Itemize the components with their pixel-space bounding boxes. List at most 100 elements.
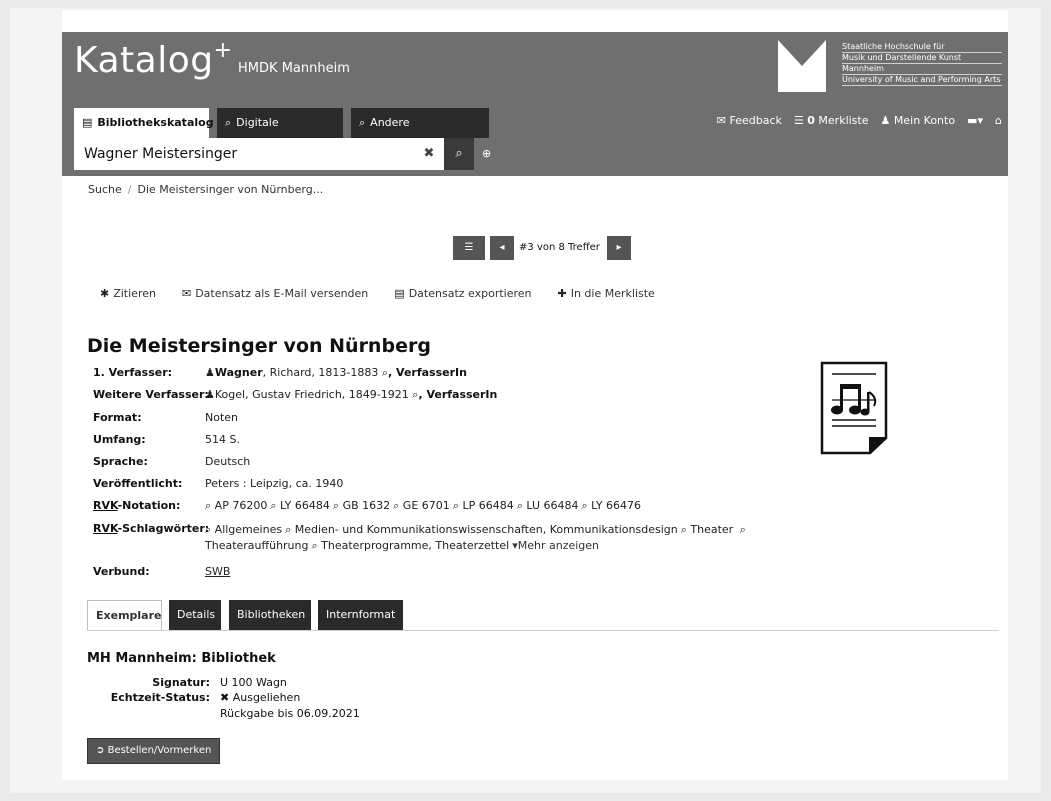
export-icon: ▤ — [394, 287, 405, 300]
institution-name[interactable]: Staatliche Hochschule für Musik und Dars… — [842, 42, 1002, 86]
merkliste-count: 0 — [807, 114, 815, 127]
subject-link[interactable]: ⌕ Theater — [681, 523, 733, 536]
search-button[interactable]: ⌕ — [444, 138, 474, 170]
tab-andere-bibliotheken[interactable]: ⌕Andere Bibliotheken — [351, 108, 489, 159]
verbund-link[interactable]: SWB — [205, 565, 230, 578]
breadcrumb-separator: / — [127, 183, 132, 196]
chevron-left-icon: ◂ — [499, 242, 505, 253]
holding-value: ✖ Ausgeliehen — [220, 691, 300, 704]
brand-subtitle: HMDK Mannheim — [238, 61, 350, 76]
record-actions: ✱ Zitieren ✉ Datensatz als E-Mail versende… — [100, 287, 655, 300]
search-input[interactable]: Wagner Meistersinger — [74, 138, 444, 170]
rvk-notation-link[interactable]: ⌕ LY 66484 — [270, 499, 330, 512]
user-icon: ♟ — [205, 388, 215, 401]
tab-bibliothekskatalog[interactable]: ▤ Bibliothekskatalog — [74, 108, 214, 138]
detail-label: Verbund: — [93, 565, 150, 578]
holding-row-return: Rückgabe bis 06.09.2021 — [110, 707, 510, 723]
detail-label: Weitere Verfasser: — [93, 388, 209, 401]
subject-link[interactable]: ⌕ Medien- und Kommunikationswissenschaft… — [285, 523, 678, 536]
zoom-plus-icon: ⊕ — [482, 147, 492, 160]
account-link[interactable]: ♟ Mein Konto — [881, 114, 956, 127]
feedback-link[interactable]: ✉ Feedback — [717, 114, 782, 127]
detail-value: 514 S. — [205, 433, 240, 446]
subject-term: Theater — [690, 523, 734, 536]
search-icon[interactable]: ⌕ — [740, 523, 746, 536]
german-flag-icon: ▬ — [967, 114, 978, 127]
export-link[interactable]: ▤ Datensatz exportieren — [394, 287, 531, 300]
advanced-search-link[interactable]: ⊕ Erweitert — [482, 138, 532, 192]
holding-label: Echtzeit-Status: — [110, 691, 210, 704]
advanced-label: Erweitert — [482, 179, 533, 192]
author-link[interactable]: Wagner — [215, 366, 263, 379]
export-label: Datensatz exportieren — [408, 287, 532, 300]
language-selector[interactable]: ▬▾ — [967, 114, 983, 127]
detail-value: ♟Wagner, Richard, 1813-1883 ⌕, Verfasser… — [205, 366, 467, 380]
rvk-notation-link[interactable]: ⌕ AP 76200 — [205, 499, 267, 512]
next-button[interactable]: ▸ — [607, 236, 631, 260]
search-icon: ⌕ — [359, 116, 366, 129]
home-icon[interactable]: ⌂ — [995, 114, 1002, 127]
institution-line: Staatliche Hochschule für — [842, 42, 1002, 53]
rvk-notation: AP 76200 — [214, 499, 268, 512]
bookmark-link[interactable]: ✚ In die Merkliste — [558, 287, 655, 300]
author-details: , Richard, 1813-1883 — [262, 366, 379, 379]
coauthor-link[interactable]: Kogel, Gustav Friedrich, 1849-1921 — [215, 388, 409, 401]
feedback-label: Feedback — [729, 114, 782, 127]
merkliste-label: Merkliste — [818, 114, 869, 127]
author-role: , VerfasserIn — [388, 366, 467, 379]
show-more-link[interactable]: ▾Mehr anzeigen — [512, 539, 599, 552]
list-icon: ☰ — [464, 242, 474, 253]
bookmark-label: In die Merkliste — [570, 287, 655, 300]
tab-divider — [87, 630, 999, 631]
tab-internformat[interactable]: Internformat — [318, 600, 403, 630]
tab-details[interactable]: Details — [169, 600, 221, 630]
rvk-notation-link[interactable]: ⌕ GE 6701 — [393, 499, 450, 512]
chevron-right-icon: ▸ — [616, 242, 622, 253]
rvk-notation-link[interactable]: ⌕ LY 66476 — [582, 499, 642, 512]
arrow-circle-icon: ➲ — [96, 745, 105, 756]
rvk-label-rest: -Notation: — [117, 499, 181, 512]
institution-line: University of Music and Performing Arts — [842, 75, 1002, 86]
tab-digitale-bibliothek[interactable]: ⌕Digitale Bibliothek — [217, 108, 343, 159]
plus-icon: ✚ — [557, 287, 567, 300]
close-icon: ✖ — [220, 691, 230, 704]
brand-logo[interactable]: Katalog+ HMDK Mannheim — [74, 38, 350, 81]
rvk-abbr[interactable]: RVK — [93, 499, 118, 512]
detail-label: RVK-Schlagwörter: — [93, 522, 209, 535]
tab-exemplare[interactable]: Exemplare — [87, 600, 162, 630]
cite-label: Zitieren — [113, 287, 156, 300]
subject-link[interactable]: ⌕ Allgemeines — [205, 523, 282, 536]
email-link[interactable]: ✉ Datensatz als E-Mail versenden — [182, 287, 368, 300]
order-label: Bestellen/Vormerken — [107, 745, 212, 756]
breadcrumb-home[interactable]: Suche — [88, 183, 122, 196]
record-title: Die Meistersinger von Nürnberg — [87, 335, 431, 357]
rvk-notation-link[interactable]: ⌕ LU 66484 — [517, 499, 579, 512]
cite-link[interactable]: ✱ Zitieren — [100, 287, 156, 300]
rvk-notation: LP 66484 — [462, 499, 514, 512]
holding-label: Signatur: — [152, 676, 210, 689]
search-icon: ⌕ — [455, 146, 463, 161]
merkliste-link[interactable]: ☰ 0 Merkliste — [794, 114, 869, 127]
detail-label: Format: — [93, 411, 142, 424]
list-icon: ☰ — [793, 114, 804, 127]
subject-term: Theateraufführung — [205, 539, 309, 552]
previous-button[interactable]: ◂ — [490, 236, 514, 260]
return-date: Rückgabe bis 06.09.2021 — [220, 707, 360, 720]
clear-search-icon[interactable]: ✖ — [414, 138, 444, 170]
result-list-button[interactable]: ☰ — [453, 236, 485, 260]
asterisk-icon: ✱ — [100, 287, 110, 300]
rvk-notation-link[interactable]: ⌕ GB 1632 — [333, 499, 390, 512]
detail-label: 1. Verfasser: — [93, 366, 173, 379]
rvk-abbr[interactable]: RVK — [93, 522, 118, 535]
rvk-notation-link[interactable]: ⌕ LP 66484 — [453, 499, 514, 512]
order-button[interactable]: ➲ Bestellen/Vormerken — [87, 738, 221, 764]
tab-bibliotheken[interactable]: Bibliotheken — [229, 600, 311, 630]
subject-link[interactable]: Theateraufführung — [205, 539, 309, 552]
rvk-notation: GB 1632 — [342, 499, 391, 512]
user-icon: ♟ — [880, 114, 891, 127]
subject-link[interactable]: ⌕ Theaterprogramme, Theaterzettel — [312, 539, 510, 552]
hmdk-logo-icon[interactable] — [778, 40, 826, 92]
detail-label: Veröffentlicht: — [93, 477, 183, 490]
detail-label: Umfang: — [93, 433, 146, 446]
detail-value: Peters : Leipzig, ca. 1940 — [205, 477, 344, 490]
